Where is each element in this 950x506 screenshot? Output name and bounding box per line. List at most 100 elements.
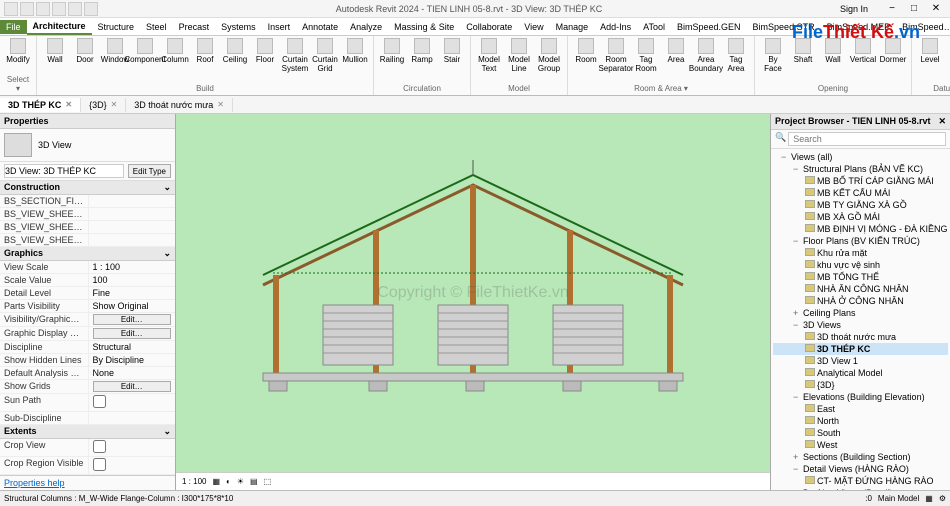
visual-style-icon[interactable]: ◐ [226,477,231,486]
qat-home-icon[interactable] [4,2,18,16]
signin-link[interactable]: Sign In [840,4,868,14]
prop-section-header[interactable]: Graphics⌄ [0,247,175,261]
close-button[interactable]: ✕ [926,2,946,16]
curtainsystem-button[interactable]: Curtain System [281,38,309,73]
prop-value[interactable]: Edit… [88,313,176,326]
prop-checkbox[interactable] [93,458,106,471]
floor-button[interactable]: Floor [251,38,279,64]
tab-insert[interactable]: Insert [262,20,297,34]
wall-button[interactable]: Wall [41,38,69,64]
tab-atool[interactable]: ATool [637,20,671,34]
edit-button[interactable]: Edit… [93,314,172,325]
tab-analyze[interactable]: Analyze [344,20,388,34]
prop-section-header[interactable]: Extents⌄ [0,425,175,439]
tab-view[interactable]: View [518,20,549,34]
tree-node[interactable]: −Floor Plans (BV KIẾN TRÚC) [773,235,948,247]
tree-node[interactable]: NHÀ Ở CÔNG NHÂN [773,295,948,307]
tree-node[interactable]: NHÀ ĂN CÔNG NHÂN [773,283,948,295]
prop-value[interactable] [88,439,176,456]
tab-precast[interactable]: Precast [173,20,216,34]
tab-close-icon[interactable]: ✕ [65,100,72,109]
expand-icon[interactable]: + [793,488,803,490]
tree-node[interactable]: {3D} [773,379,948,391]
tree-node[interactable]: MB ĐỊNH VỊ MÓNG - ĐÀ KIỀNG [773,223,948,235]
tree-node[interactable]: MB BỐ TRÍ CÁP GIẰNG MÁI [773,175,948,187]
qat-undo-icon[interactable] [52,2,66,16]
maximize-button[interactable]: □ [904,2,924,16]
ceiling-button[interactable]: Ceiling [221,38,249,64]
tree-node[interactable]: CT- MẶT ĐỨNG HÀNG RÀO [773,475,948,487]
shadow-icon[interactable]: ▤ [250,477,258,486]
main-model-label[interactable]: Main Model [878,494,919,503]
tree-node[interactable]: +Drafting Views (Detail) [773,487,948,490]
ramp-button[interactable]: Ramp [408,38,436,64]
detail-icon[interactable]: ▦ [212,477,220,486]
grid-button[interactable]: Grid [946,38,950,64]
expand-icon[interactable]: + [793,452,803,462]
tree-root[interactable]: −Views (all) [773,151,948,163]
view-tab[interactable]: 3D THÉP KC✕ [0,98,81,112]
sun-icon[interactable]: ☀ [237,477,244,486]
prop-value[interactable] [88,412,176,424]
qat-print-icon[interactable] [84,2,98,16]
tree-node[interactable]: −3D Views [773,319,948,331]
tagroom-button[interactable]: Tag Room [632,38,660,73]
selection-count[interactable]: :0 [865,494,872,503]
tree-node[interactable]: MB XÀ GỒ MÁI [773,211,948,223]
stair-button[interactable]: Stair [438,38,466,64]
prop-value[interactable]: 1 : 100 [88,261,176,273]
prop-value[interactable]: By Discipline [88,354,176,366]
prop-value[interactable] [88,234,176,246]
prop-value[interactable]: Edit… [88,327,176,340]
qat-open-icon[interactable] [20,2,34,16]
prop-value[interactable]: Edit… [88,380,176,393]
tab-massingsite[interactable]: Massing & Site [388,20,460,34]
scale-label[interactable]: 1 : 100 [182,477,206,486]
expand-icon[interactable]: − [793,392,803,402]
tab-systems[interactable]: Systems [215,20,262,34]
tree-node[interactable]: −Detail Views (HÀNG RÀO) [773,463,948,475]
tree-node[interactable]: 3D THÉP KC [773,343,948,355]
tab-bimspeedgen[interactable]: BimSpeed.GEN [671,20,747,34]
tab-close-icon[interactable]: ✕ [217,100,224,109]
prop-value[interactable]: Structural [88,341,176,353]
roof-button[interactable]: Roof [191,38,219,64]
tab-close-icon[interactable]: ✕ [111,100,118,109]
tab-collaborate[interactable]: Collaborate [460,20,518,34]
prop-value[interactable] [88,221,176,233]
tab-structure[interactable]: Structure [92,20,141,34]
edit-type-button[interactable]: Edit Type [128,164,171,178]
tree-node[interactable]: +Sections (Building Section) [773,451,948,463]
prop-section-header[interactable]: Construction⌄ [0,181,175,195]
tree-node[interactable]: Analytical Model [773,367,948,379]
expand-icon[interactable]: − [793,320,803,330]
tree-node[interactable]: North [773,415,948,427]
tree-node[interactable]: East [773,403,948,415]
room-button[interactable]: Room [572,38,600,64]
browser-search-input[interactable] [788,132,946,146]
tree-node[interactable]: 3D thoát nước mưa [773,331,948,343]
instance-selector[interactable] [4,164,124,178]
curtaingrid-button[interactable]: Curtain Grid [311,38,339,73]
mullion-button[interactable]: Mullion [341,38,369,64]
qat-save-icon[interactable] [36,2,50,16]
prop-checkbox[interactable] [93,440,106,453]
tree-node[interactable]: −Elevations (Building Elevation) [773,391,948,403]
tree-node[interactable]: MB TỔNG THỂ [773,271,948,283]
edit-button[interactable]: Edit… [93,328,172,339]
tree-node[interactable]: MB KẾT CẤU MÁI [773,187,948,199]
expand-icon[interactable]: − [793,464,803,474]
modify-button[interactable]: Modify [4,38,32,64]
modeltext-button[interactable]: Model Text [475,38,503,73]
prop-value[interactable] [88,208,176,220]
tab-addins[interactable]: Add-Ins [594,20,637,34]
expand-icon[interactable]: + [793,308,803,318]
tree-node[interactable]: −Structural Plans (BẢN VẼ KC) [773,163,948,175]
prop-value[interactable] [88,457,176,474]
prop-value[interactable] [88,394,176,411]
browser-close-icon[interactable]: ✕ [938,116,946,127]
modelgroup-button[interactable]: Model Group [535,38,563,73]
minimize-button[interactable]: − [882,2,902,16]
prop-value[interactable] [88,195,176,207]
tab-file[interactable]: File [0,20,27,34]
